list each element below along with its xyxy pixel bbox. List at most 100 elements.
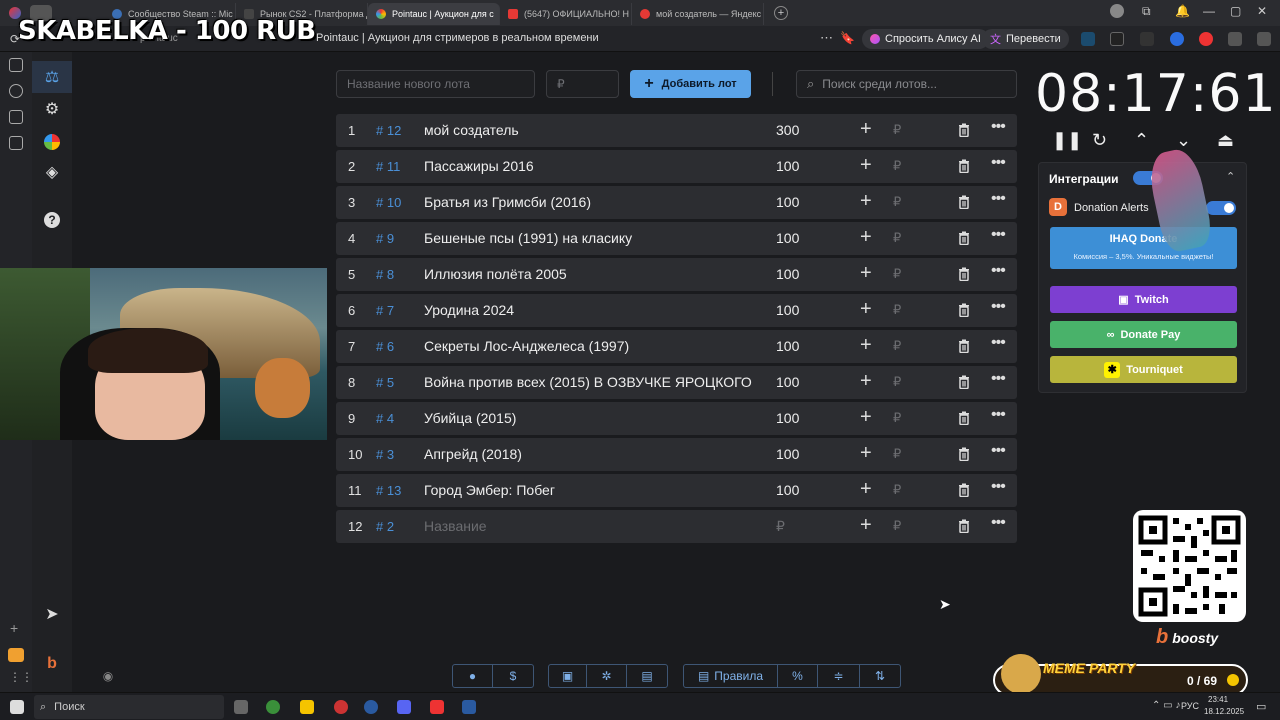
add-amount-icon[interactable]: +: [860, 298, 872, 321]
maximize-icon[interactable]: ▢: [1230, 4, 1241, 18]
add-amount-icon[interactable]: +: [860, 190, 872, 213]
page-title[interactable]: Pointauc | Аукцион для стримеров в реаль…: [316, 32, 599, 44]
add-amount-icon[interactable]: +: [860, 442, 872, 465]
lot-id[interactable]: # 3: [376, 447, 394, 462]
obs-icon[interactable]: [334, 700, 348, 714]
lot-row[interactable]: 10 # 3 Апгрейд (2018) 100 + ₽ •••: [336, 438, 1017, 471]
lot-row[interactable]: 3 # 10 Братья из Гримсби (2016) 100 + ₽ •••: [336, 186, 1017, 219]
trash-icon[interactable]: [958, 447, 970, 461]
trash-icon[interactable]: [958, 303, 970, 317]
bookmark-icon[interactable]: 🔖: [840, 31, 855, 45]
lot-name[interactable]: Уродина 2024: [424, 302, 514, 318]
lot-amount[interactable]: 100: [776, 194, 799, 210]
sidebar-six-icon[interactable]: [9, 110, 23, 124]
sidebar-mail-icon[interactable]: [8, 648, 24, 662]
yandex-ai-icon[interactable]: [1110, 4, 1124, 18]
more-options-icon[interactable]: •••: [991, 118, 1006, 136]
app-green-icon[interactable]: [266, 700, 280, 714]
settings-nav-button[interactable]: ⚙: [32, 93, 72, 125]
wheel-nav-button[interactable]: [32, 126, 72, 158]
add-amount-icon[interactable]: +: [860, 334, 872, 357]
taskbar-date[interactable]: 18.12.2025: [1204, 707, 1244, 716]
extension-puzzle-icon[interactable]: [1228, 32, 1242, 46]
sidebar-apps-icon[interactable]: ⋮⋮: [9, 670, 33, 684]
percent-button[interactable]: %: [778, 665, 818, 687]
more-options-icon[interactable]: •••: [991, 478, 1006, 496]
rub-input[interactable]: ₽: [893, 518, 901, 534]
more-options-icon[interactable]: •••: [991, 406, 1006, 424]
collapse-integrations-icon[interactable]: ⌃: [1226, 170, 1235, 183]
more-options-icon[interactable]: •••: [991, 154, 1006, 172]
tourniquet-button[interactable]: ✱ Tourniquet: [1050, 356, 1237, 383]
lot-amount[interactable]: ₽: [776, 518, 785, 535]
rub-input[interactable]: ₽: [893, 374, 901, 390]
rub-input[interactable]: ₽: [893, 266, 901, 282]
sidebar-play-icon[interactable]: [9, 84, 23, 98]
lot-name[interactable]: Название: [424, 518, 487, 534]
rules-button[interactable]: ▤ Правила: [684, 665, 778, 687]
lot-amount[interactable]: 100: [776, 410, 799, 426]
rub-input[interactable]: ₽: [893, 194, 901, 210]
save-button[interactable]: ▣: [549, 665, 587, 687]
sort-button[interactable]: ⇅: [860, 665, 900, 687]
rub-input[interactable]: ₽: [893, 446, 901, 462]
trash-icon[interactable]: [958, 483, 970, 497]
lot-id[interactable]: # 13: [376, 483, 401, 498]
more-options-icon[interactable]: •••: [991, 262, 1006, 280]
more-options-icon[interactable]: •••: [991, 298, 1006, 316]
notifications-icon[interactable]: 🔔: [1175, 4, 1190, 18]
add-lot-button[interactable]: + Добавить лот: [630, 70, 751, 98]
close-window-icon[interactable]: ✕: [1257, 4, 1267, 18]
lot-name[interactable]: Иллюзия полёта 2005: [424, 266, 567, 282]
rub-input[interactable]: ₽: [893, 482, 901, 498]
trash-icon[interactable]: [958, 231, 970, 245]
sidebar-gallery-icon[interactable]: [9, 136, 23, 150]
more-options-icon[interactable]: •••: [991, 334, 1006, 352]
sidebar-tabs-icon[interactable]: [9, 58, 23, 72]
extension-sound-icon[interactable]: [1170, 32, 1184, 46]
lot-amount[interactable]: 100: [776, 482, 799, 498]
lot-id[interactable]: # 5: [376, 375, 394, 390]
lot-name[interactable]: Бешеные псы (1991) на класику: [424, 230, 632, 246]
subtract-time-button[interactable]: ⌄: [1176, 130, 1191, 151]
taskbar-search[interactable]: ⌕ Поиск: [34, 695, 224, 719]
lot-id[interactable]: # 11: [376, 159, 400, 174]
donatepay-button[interactable]: ∞ Donate Pay: [1050, 321, 1237, 348]
add-amount-icon[interactable]: +: [860, 262, 872, 285]
lot-id[interactable]: # 9: [376, 231, 394, 246]
trash-icon[interactable]: [958, 267, 970, 281]
lot-id[interactable]: # 7: [376, 303, 394, 318]
tray-icons[interactable]: ⌃ ▭ ♪: [1152, 700, 1180, 711]
rub-input[interactable]: ₽: [893, 230, 901, 246]
more-options-icon[interactable]: •••: [991, 514, 1006, 532]
donation-alerts-toggle[interactable]: [1206, 201, 1236, 215]
tab-youtube[interactable]: (5647) ОФИЦИАЛЬНО! Н: [500, 3, 632, 25]
lot-amount[interactable]: 100: [776, 338, 799, 354]
split-button[interactable]: ≑: [818, 665, 860, 687]
lot-amount[interactable]: 100: [776, 446, 799, 462]
boosty-nav-button[interactable]: b: [32, 648, 72, 680]
add-amount-icon[interactable]: +: [860, 478, 872, 501]
discord-icon[interactable]: [397, 700, 411, 714]
lot-row[interactable]: 11 # 13 Город Эмбер: Побег 100 + ₽ •••: [336, 474, 1017, 507]
rub-input[interactable]: ₽: [893, 158, 901, 174]
taskbar-time[interactable]: 23:41: [1208, 695, 1228, 704]
lot-name[interactable]: Город Эмбер: Побег: [424, 482, 555, 498]
lot-id[interactable]: # 6: [376, 339, 394, 354]
help-nav-button[interactable]: ?: [32, 204, 72, 236]
sidebar-add-icon[interactable]: +: [10, 620, 18, 636]
lot-amount[interactable]: 300: [776, 122, 799, 138]
trash-icon[interactable]: [958, 123, 970, 137]
rub-input[interactable]: ₽: [893, 410, 901, 426]
minimize-icon[interactable]: —: [1203, 4, 1215, 18]
steam-icon[interactable]: [364, 700, 378, 714]
more-options-icon[interactable]: •••: [991, 190, 1006, 208]
lot-row[interactable]: 7 # 6 Секреты Лос-Анджелеса (1997) 100 + ₽ •••: [336, 330, 1017, 363]
lot-amount[interactable]: 100: [776, 230, 799, 246]
more-options-icon[interactable]: •••: [991, 442, 1006, 460]
lot-id[interactable]: # 2: [376, 519, 394, 534]
extension-twitch-icon[interactable]: [1140, 32, 1154, 46]
visibility-toggle[interactable]: ◉: [88, 660, 128, 692]
translate-button[interactable]: 文 Перевести: [982, 29, 1069, 49]
reset-timer-button[interactable]: ↻: [1092, 130, 1107, 151]
